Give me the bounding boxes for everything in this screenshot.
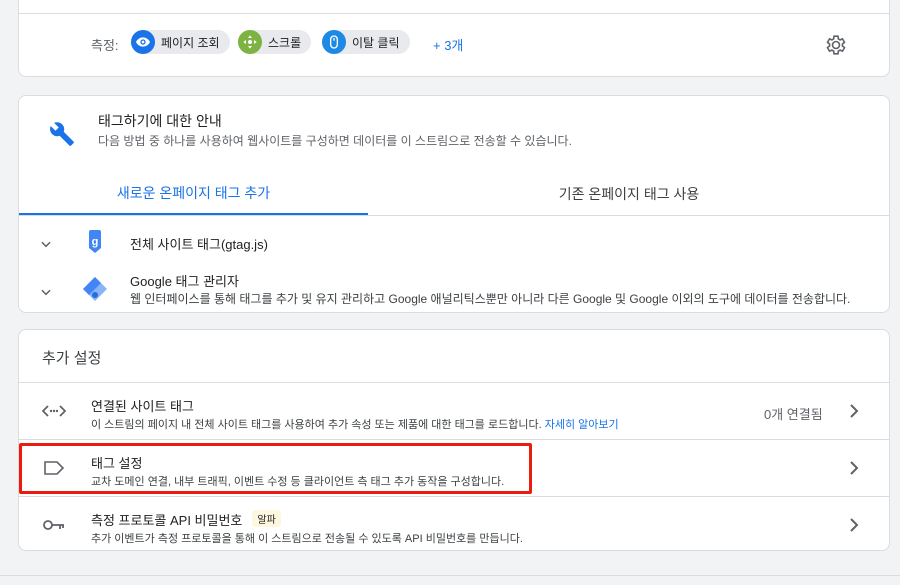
tagging-title: 태그하기에 대한 안내	[98, 113, 222, 129]
learn-more-link[interactable]: 자세히 알아보기	[545, 419, 619, 431]
metrics-label: 측정:	[91, 38, 119, 53]
tagging-subtitle: 다음 방법 중 하나를 사용하여 웹사이트를 구성하면 데이터를 이 스트림으로…	[98, 134, 572, 148]
enhanced-measurement-card: 측정: 페이지 조회 스크롤 이탈 클릭 + 3개	[18, 0, 890, 77]
chevron-right-icon	[847, 403, 861, 419]
highlight-box	[19, 443, 532, 494]
scroll-arrows-icon	[238, 30, 262, 54]
option-gtag[interactable]: g 전체 사이트 태그(gtag.js)	[19, 224, 889, 260]
tab-new-tag[interactable]: 새로운 온페이지 태그 추가	[19, 173, 368, 215]
gear-icon[interactable]	[823, 33, 847, 57]
row-measurement-protocol[interactable]: 측정 프로토콜 API 비밀번호 알파 추가 이벤트가 측정 프로토콜을 통해 이…	[19, 497, 889, 553]
chip-page-view[interactable]: 페이지 조회	[131, 30, 230, 54]
row-connected-site-tags[interactable]: 연결된 사이트 태그 이 스트림의 페이지 내 전체 사이트 태그를 사용하여 …	[19, 383, 889, 439]
chip-scroll[interactable]: 스크롤	[238, 30, 312, 54]
more-metrics-link[interactable]: + 3개	[433, 35, 463, 54]
row-subtitle: 이 스트림의 페이지 내 전체 사이트 태그를 사용하여 추가 속성 또는 제품…	[91, 419, 619, 431]
chevron-right-icon	[847, 460, 861, 476]
chip-outbound-click[interactable]: 이탈 클릭	[322, 30, 410, 54]
divider	[19, 13, 889, 14]
chevron-right-icon	[847, 517, 861, 533]
option-title: Google 태그 관리자	[130, 274, 239, 289]
row-title: 연결된 사이트 태그	[91, 399, 194, 414]
code-icon	[41, 403, 67, 419]
mouse-icon	[322, 30, 346, 54]
tab-divider	[19, 215, 889, 216]
gtag-icon: g	[86, 228, 104, 259]
chip-label: 페이지 조회	[161, 35, 220, 50]
section-title: 추가 설정	[42, 350, 102, 367]
row-title: 측정 프로토콜 API 비밀번호 알파	[91, 510, 281, 529]
divider	[0, 575, 900, 576]
row-subtitle: 추가 이벤트가 측정 프로토콜을 통해 이 스트림으로 전송될 수 있도록 AP…	[91, 533, 523, 545]
chevron-down-icon	[39, 237, 53, 251]
connected-count: 0개 연결됨	[764, 407, 823, 422]
option-gtm[interactable]: Google 태그 관리자 웹 인터페이스를 통해 태그를 추가 및 유지 관리…	[19, 266, 889, 310]
tagging-instructions-card: 태그하기에 대한 안내 다음 방법 중 하나를 사용하여 웹사이트를 구성하면 …	[18, 95, 890, 313]
key-icon	[42, 517, 66, 533]
tab-existing-tag[interactable]: 기존 온페이지 태그 사용	[369, 173, 889, 215]
option-title: 전체 사이트 태그(gtag.js)	[130, 237, 268, 252]
chip-label: 스크롤	[268, 35, 302, 50]
svg-text:g: g	[92, 236, 99, 248]
alpha-badge: 알파	[252, 510, 281, 527]
wrench-icon	[49, 121, 75, 152]
tag-manager-icon	[82, 276, 108, 307]
eye-icon	[131, 30, 155, 54]
chip-label: 이탈 클릭	[352, 35, 400, 50]
option-subtitle: 웹 인터페이스를 통해 태그를 추가 및 유지 관리하고 Google 애널리틱…	[130, 292, 851, 306]
additional-settings-card: 추가 설정 연결된 사이트 태그 이 스트림의 페이지 내 전체 사이트 태그를…	[18, 329, 890, 551]
chevron-down-icon	[39, 285, 53, 299]
